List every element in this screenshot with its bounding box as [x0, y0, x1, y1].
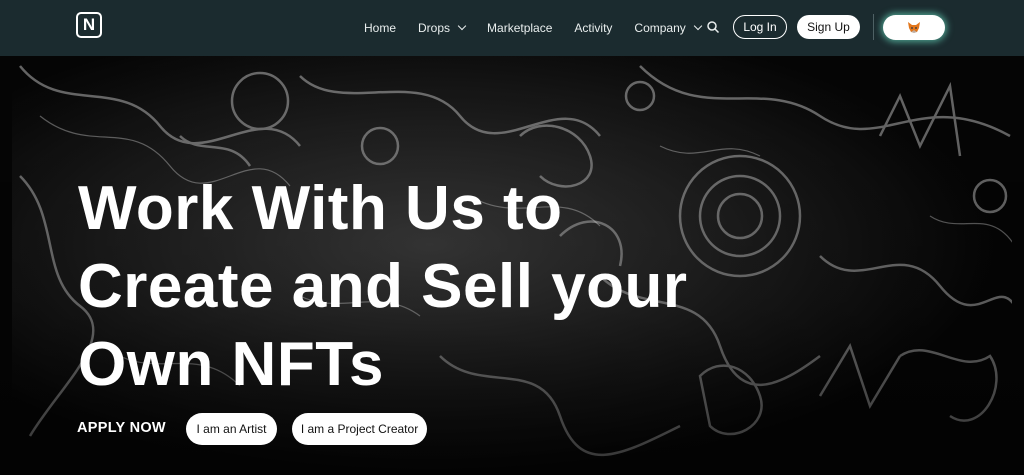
hero-section: Work With Us to Create and Sell your Own…	[0, 56, 1024, 475]
connect-wallet-button[interactable]	[883, 15, 945, 40]
apply-now-label: APPLY NOW	[77, 420, 166, 436]
hero-title-line: Create and Sell your	[78, 252, 688, 321]
nav-item-company[interactable]: Company	[634, 21, 703, 35]
hero-title: Work With Us to Create and Sell your Own…	[78, 170, 778, 404]
search-icon[interactable]	[706, 20, 720, 34]
nav-item-drops[interactable]: Drops	[418, 21, 467, 35]
nav-item-activity[interactable]: Activity	[574, 21, 612, 35]
chevron-down-icon	[457, 21, 467, 31]
artist-button[interactable]: I am an Artist	[186, 413, 277, 445]
metamask-fox-icon	[908, 22, 920, 33]
chevron-down-icon	[693, 21, 703, 31]
hero-title-line: Work With Us to	[78, 174, 563, 243]
nav-item-home[interactable]: Home	[364, 21, 396, 35]
nav-divider	[873, 14, 874, 40]
top-navigation-bar: N Home Drops Marketplace Activity Compan…	[0, 0, 1024, 56]
hero-title-line: Own NFTs	[78, 330, 384, 399]
nav-item-marketplace[interactable]: Marketplace	[487, 21, 552, 35]
signup-button[interactable]: Sign Up	[797, 15, 860, 39]
login-button[interactable]: Log In	[733, 15, 787, 39]
nav-links: Home Drops Marketplace Activity Company	[364, 0, 723, 56]
project-creator-button[interactable]: I am a Project Creator	[292, 413, 427, 445]
logo-icon[interactable]: N	[76, 12, 102, 38]
